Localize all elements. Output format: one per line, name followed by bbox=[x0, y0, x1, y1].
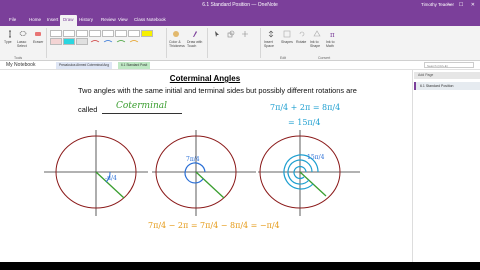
svg-text:π: π bbox=[330, 31, 335, 38]
coterminal-equation-top-result: = 15π/4 bbox=[288, 118, 320, 127]
pen-stroke-icon bbox=[116, 40, 126, 43]
onenote-window: 6.1 Standard Position — OneNote Timothy … bbox=[0, 0, 480, 262]
eraser-icon[interactable] bbox=[34, 30, 42, 38]
coterminal-equation-bottom: 7π/4 − 2π = 7π/4 − 8π/4 = −π/4 bbox=[148, 221, 280, 230]
pen-orange[interactable] bbox=[128, 30, 140, 43]
tab-class-notebook[interactable]: Class Notebook bbox=[131, 15, 169, 24]
edit-group-label: Edit bbox=[280, 56, 287, 60]
insert-space-label[interactable]: Insert Space bbox=[264, 40, 278, 48]
tab-view[interactable]: View bbox=[115, 15, 131, 24]
highlighter-yellow[interactable] bbox=[141, 30, 153, 37]
pen-blue[interactable] bbox=[102, 30, 114, 43]
title-bar: 6.1 Standard Position — OneNote Timothy … bbox=[0, 0, 480, 10]
shapes-button-icon[interactable] bbox=[283, 30, 291, 38]
pen-dark[interactable] bbox=[63, 30, 75, 43]
ink-to-math-icon[interactable]: π bbox=[329, 30, 337, 38]
ribbon-separator bbox=[260, 28, 261, 58]
type-cursor-icon[interactable] bbox=[6, 30, 14, 38]
pen-black[interactable] bbox=[50, 30, 62, 43]
letterbox-bottom bbox=[0, 262, 480, 270]
rotate-label[interactable]: Rotate bbox=[296, 40, 306, 44]
ink-to-shape-label[interactable]: Ink to Shape bbox=[310, 40, 324, 48]
eraser-button-label[interactable]: Eraser bbox=[33, 40, 43, 44]
pen-green[interactable] bbox=[115, 30, 127, 43]
ink-to-math-label[interactable]: Ink to Math bbox=[326, 40, 340, 48]
rotate-icon[interactable] bbox=[298, 30, 306, 38]
terminal-side-2 bbox=[195, 171, 225, 199]
unit-circle-1: -π/4 bbox=[44, 130, 148, 216]
pen-stroke-icon bbox=[90, 40, 100, 43]
type-button-label[interactable]: Type bbox=[4, 40, 12, 44]
draw-ribbon: Type Lasso Select Eraser Tools Color & T… bbox=[0, 26, 480, 61]
pen-gray[interactable] bbox=[76, 30, 88, 43]
ink-to-shape-icon[interactable] bbox=[313, 30, 321, 38]
pen-red[interactable] bbox=[89, 30, 101, 43]
pen-stroke-icon bbox=[103, 40, 113, 43]
color-thickness-icon[interactable] bbox=[172, 30, 180, 38]
section-tab-standard-position[interactable]: 6.1 Standard Posit bbox=[118, 62, 151, 69]
highlighter-cyan[interactable] bbox=[63, 38, 75, 45]
color-thickness-label[interactable]: Color & Thickness bbox=[169, 40, 185, 48]
rotation-arc-2 bbox=[184, 162, 206, 184]
draw-touch-icon[interactable] bbox=[191, 30, 199, 38]
angle-label-2: 7π/4 bbox=[186, 156, 200, 163]
pen-stroke-icon bbox=[129, 40, 139, 43]
angle-label-1: -π/4 bbox=[105, 175, 117, 182]
draw-touch-label[interactable]: Draw with Touch bbox=[187, 40, 203, 48]
ribbon-separator bbox=[166, 28, 167, 58]
search-input[interactable]: Search (Ctrl+E) bbox=[424, 62, 474, 68]
note-page[interactable]: Coterminal Angles Two angles with the sa… bbox=[0, 70, 410, 262]
lasso-icon[interactable] bbox=[19, 30, 27, 38]
unit-circle-3: 15π/4 bbox=[258, 130, 360, 216]
page-list-item[interactable]: 6.1 Standard Position bbox=[414, 82, 480, 90]
add-page-button[interactable]: Add Page bbox=[414, 72, 480, 79]
highlighter-pink[interactable] bbox=[50, 38, 62, 45]
lasso-button-label[interactable]: Lasso Select bbox=[17, 40, 31, 48]
angle-label-3: 15π/4 bbox=[307, 154, 325, 161]
tab-draw[interactable]: Draw bbox=[60, 15, 77, 26]
tab-file[interactable]: File bbox=[6, 15, 19, 24]
cursor-icon[interactable] bbox=[213, 30, 221, 38]
page-list-panel: Add Page 6.1 Standard Position bbox=[412, 70, 480, 262]
notebook-name[interactable]: My Notebook bbox=[6, 61, 35, 69]
tab-home[interactable]: Home bbox=[26, 15, 44, 24]
unit-circle-2: 7π/4 bbox=[152, 130, 256, 216]
shapes-label[interactable]: Shapes bbox=[281, 40, 293, 44]
convert-group-label: Convert bbox=[318, 56, 331, 60]
ribbon-separator bbox=[207, 28, 208, 58]
pen-slot-empty[interactable] bbox=[76, 38, 88, 45]
section-tab-precalc[interactable]: Precalculus Ahmed Coterminal Ang bbox=[56, 62, 112, 69]
window-title: 6.1 Standard Position — OneNote bbox=[202, 2, 278, 8]
window-controls[interactable]: — ☐ ✕ bbox=[447, 1, 478, 9]
ink-drawing: -π/4 7π/4 15π/4 7π/4 + 2π = 8π/4 = 15π/4… bbox=[44, 103, 360, 230]
coterminal-equation-top: 7π/4 + 2π = 8π/4 bbox=[270, 103, 340, 112]
ribbon-tabs: File Home Insert Draw History Review Vie… bbox=[0, 10, 480, 26]
insert-space-icon[interactable] bbox=[267, 30, 275, 38]
tab-insert[interactable]: Insert bbox=[44, 15, 61, 24]
notebook-bar: My Notebook Precalculus Ahmed Coterminal… bbox=[0, 61, 480, 70]
tools-group-label: Tools bbox=[14, 56, 23, 60]
ribbon-separator bbox=[46, 28, 47, 58]
shapes-icon[interactable] bbox=[227, 30, 235, 38]
gallery-icon[interactable] bbox=[241, 30, 249, 38]
tab-history[interactable]: History bbox=[76, 15, 96, 24]
